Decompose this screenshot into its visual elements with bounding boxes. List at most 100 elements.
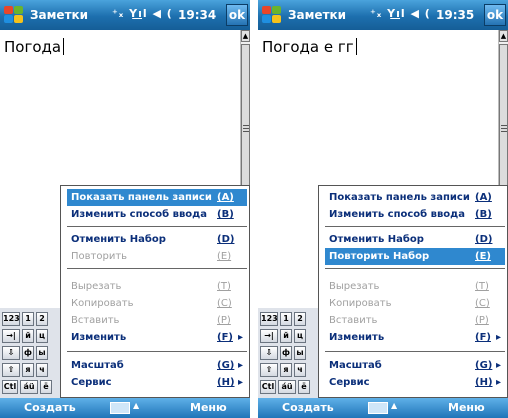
submenu-arrow-icon: ▸ (238, 377, 244, 388)
submenu-arrow-icon: ▸ (238, 332, 244, 343)
menu-item[interactable]: Масштаб (G) ▸ (67, 357, 247, 374)
note-editor[interactable]: Погода (4, 38, 65, 56)
menu-item-label: Отменить Набор (329, 234, 424, 245)
keyboard-key[interactable]: 1 (22, 312, 34, 326)
keyboard-key[interactable]: 2 (36, 312, 48, 326)
start-button[interactable] (260, 5, 282, 25)
menu-item-label: Вставить (329, 315, 378, 326)
soft-keyboard: 123 1 2 →| й ц ⇩ ф ы ⇧ я ч Ctl áü ё (258, 308, 318, 398)
menu-item[interactable]: Показать панель записи (A) (325, 189, 505, 206)
keyboard-key[interactable]: áü (278, 380, 296, 394)
status-icons[interactable]: ⁺ₓ Y͟ıl ◀ ( (112, 7, 173, 20)
scroll-up-icon[interactable]: ▲ (241, 30, 250, 42)
submenu-arrow-icon: ▸ (238, 360, 244, 371)
menu-item-shortcut: (E) (475, 251, 491, 262)
note-editor[interactable]: Погода е гг (262, 38, 357, 56)
menu-item: Вставить (P) (325, 312, 505, 329)
menu-separator (325, 351, 505, 352)
clock[interactable]: 19:34 (178, 8, 216, 22)
scroll-up-icon[interactable]: ▲ (499, 30, 508, 42)
menu-item[interactable]: Изменить способ ввода (B) (325, 206, 505, 223)
input-panel-arrow-icon[interactable]: ▲ (391, 401, 397, 410)
softkey-bar: Создать ▲ Меню (0, 398, 250, 418)
keyboard-key[interactable]: я (280, 363, 292, 377)
submenu-arrow-icon: ▸ (496, 360, 502, 371)
keyboard-key[interactable]: ё (40, 380, 52, 394)
keyboard-key[interactable]: Ctl (260, 380, 276, 394)
clock[interactable]: 19:35 (436, 8, 474, 22)
softkey-right-button[interactable]: Меню (448, 401, 485, 414)
title-bar: Заметки ⁺ₓ Y͟ıl ◀ (19:34 ok (0, 0, 250, 30)
menu-item-shortcut: (F) (475, 332, 491, 343)
keyboard-key[interactable]: й (22, 329, 34, 343)
keyboard-key[interactable]: ц (294, 329, 306, 343)
input-panel-arrow-icon[interactable]: ▲ (133, 401, 139, 410)
menu-item[interactable]: Изменить способ ввода (B) (67, 206, 247, 223)
keyboard-icon[interactable] (110, 402, 130, 414)
menu-item: Вставить (P) (67, 312, 247, 329)
keyboard-key[interactable]: ч (294, 363, 306, 377)
softkey-left-button[interactable]: Создать (24, 401, 76, 414)
keyboard-key[interactable]: áü (20, 380, 38, 394)
keyboard-key[interactable]: ф (22, 346, 34, 360)
text-caret (355, 38, 357, 55)
menu-item-label: Копировать (329, 298, 392, 309)
menu-item[interactable]: Изменить (F) ▸ (325, 329, 505, 346)
menu-item-shortcut: (D) (217, 234, 235, 245)
keyboard-key[interactable]: я (22, 363, 34, 377)
menu-item-shortcut: (G) (475, 360, 493, 371)
keyboard-key[interactable]: 123 (260, 312, 278, 326)
menu-item-shortcut: (B) (475, 209, 492, 220)
softkey-right-button[interactable]: Меню (190, 401, 227, 414)
ok-button[interactable]: ok (484, 4, 506, 26)
text-caret (63, 38, 65, 55)
menu-item-label: Сервис (71, 377, 112, 388)
menu-item[interactable]: Изменить (F) ▸ (67, 329, 247, 346)
menu-item[interactable]: Повторить Набор (E) (325, 248, 505, 265)
menu-item[interactable]: Сервис (H) ▸ (325, 374, 505, 391)
keyboard-row: ⇩ ф ы (2, 346, 48, 360)
menu-item-label: Показать панель записи (329, 192, 470, 203)
menu-item-label: Копировать (71, 298, 134, 309)
menu-item[interactable]: Сервис (H) ▸ (67, 374, 247, 391)
keyboard-key[interactable]: 123 (2, 312, 20, 326)
keyboard-key[interactable]: 1 (280, 312, 292, 326)
keyboard-key[interactable]: ы (36, 346, 48, 360)
softkey-left-button[interactable]: Создать (282, 401, 334, 414)
menu-item[interactable]: Показать панель записи (A) (67, 189, 247, 206)
menu-item[interactable]: Масштаб (G) ▸ (325, 357, 505, 374)
softkey-bar: Создать ▲ Меню (258, 398, 508, 418)
keyboard-key[interactable]: ⇩ (2, 346, 20, 360)
menu-item-label: Показать панель записи (71, 192, 212, 203)
keyboard-row: 123 1 2 (260, 312, 306, 326)
keyboard-key[interactable]: ч (36, 363, 48, 377)
keyboard-key[interactable]: ц (36, 329, 48, 343)
keyboard-key[interactable]: ф (280, 346, 292, 360)
keyboard-row: ⇧ я ч (260, 363, 306, 377)
keyboard-icon[interactable] (368, 402, 388, 414)
keyboard-key[interactable]: ⇩ (260, 346, 278, 360)
keyboard-key[interactable]: ⇧ (2, 363, 20, 377)
menu-item-shortcut: (H) (217, 377, 235, 388)
menu-item[interactable]: Отменить Набор (D) (325, 231, 505, 248)
status-icons[interactable]: ⁺ₓ Y͟ıl ◀ ( (370, 7, 431, 20)
keyboard-key[interactable]: ы (294, 346, 306, 360)
keyboard-key[interactable]: ⇧ (260, 363, 278, 377)
menu-item-shortcut: (E) (217, 251, 232, 262)
screen-gap (250, 0, 258, 418)
menu-item-label: Изменить способ ввода (329, 209, 465, 220)
keyboard-row: →| й ц (2, 329, 48, 343)
keyboard-key[interactable]: й (280, 329, 292, 343)
menu-item[interactable]: Отменить Набор (D) (67, 231, 247, 248)
soft-keyboard: 123 1 2 →| й ц ⇩ ф ы ⇧ я ч Ctl áü ё (0, 308, 60, 398)
keyboard-key[interactable]: Ctl (2, 380, 18, 394)
start-button[interactable] (2, 5, 24, 25)
ok-button[interactable]: ok (226, 4, 248, 26)
keyboard-key[interactable]: ё (298, 380, 310, 394)
keyboard-row: →| й ц (260, 329, 306, 343)
menu-separator (325, 226, 505, 227)
keyboard-key[interactable]: 2 (294, 312, 306, 326)
menu-item-shortcut: (D) (475, 234, 493, 245)
keyboard-key[interactable]: →| (2, 329, 20, 343)
keyboard-key[interactable]: →| (260, 329, 278, 343)
